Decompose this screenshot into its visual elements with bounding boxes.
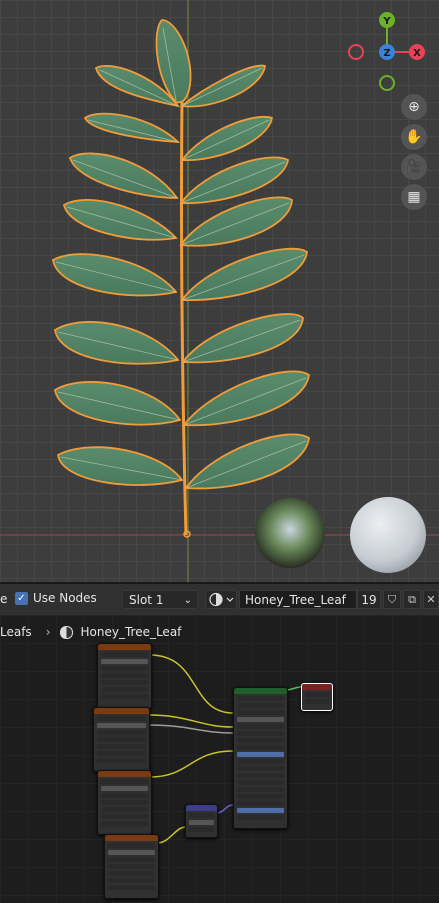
shader-node-editor[interactable]: Leafs › Honey_Tree_Leaf [0,615,439,903]
material-sphere-icon [209,592,234,607]
node-editor-header: e ✓ Use Nodes Slot 1 ⌄ Honey_Tree_Leaf 1… [0,583,439,615]
link-bsdf-output [285,686,302,691]
link-normal-map [156,826,187,844]
leaf-left-3 [68,152,179,199]
checkmark-icon[interactable]: ✓ [15,591,28,605]
image-texture-node[interactable] [97,770,152,835]
link-normal [215,804,234,814]
chevron-down-icon: ⌄ [183,595,192,606]
z-axis-label: Z [383,48,390,59]
material-users-count[interactable]: 19 [357,590,381,609]
image-texture-node[interactable] [93,707,150,772]
y-axis-label: Y [382,16,391,27]
leaf-right-7 [182,370,310,427]
link-translucency [149,750,234,778]
leaf-right-5 [180,247,308,301]
leaf-left-6 [54,321,180,365]
material-preview-sphere [350,497,426,573]
x-axis-label: X [413,48,421,59]
pan-hand-icon[interactable]: ✋ [401,124,427,150]
link-base-color [149,654,234,714]
material-output-node[interactable] [301,683,333,711]
axis-gizmo[interactable]: Y X Z [346,8,430,92]
use-nodes-toggle[interactable]: ✓ Use Nodes [15,591,97,605]
leaf-left-5 [52,253,178,297]
image-texture-node[interactable] [104,834,159,899]
leaf-left-2 [83,112,181,144]
material-slot-select[interactable]: Slot 1 ⌄ [122,590,198,609]
3d-viewport[interactable]: Y X Z ⊕ ✋ 🎥 ▦ [0,0,439,582]
leaf-right-8 [184,433,310,490]
leaf-left-7 [54,381,182,426]
material-name-field[interactable]: Honey_Tree_Leaf [239,590,357,609]
compound-leaf [52,19,310,536]
clipped-menu-text[interactable]: e [0,592,7,606]
use-nodes-label: Use Nodes [33,591,97,605]
principled-bsdf-node[interactable] [233,687,288,829]
slot-label: Slot 1 [129,593,164,607]
leaf-left-4 [62,198,178,241]
image-texture-node[interactable] [97,643,152,709]
unlink-close-icon[interactable]: ✕ [423,590,439,609]
hdri-preview-sphere [255,498,325,568]
camera-view-icon[interactable]: 🎥 [401,154,427,180]
fake-user-shield-icon[interactable]: ⛉ [383,590,401,609]
normal-map-node[interactable] [185,804,218,838]
leaf-right-6 [181,313,304,364]
ortho-grid-icon[interactable]: ▦ [401,184,427,210]
neg-x-axis-handle [348,44,364,60]
neg-y-axis-handle [379,75,395,91]
zoom-icon[interactable]: ⊕ [401,94,427,120]
material-browse-button[interactable] [205,590,237,609]
node-links [147,654,302,844]
leaf-left-8 [57,446,184,486]
duplicate-material-icon[interactable]: ⧉ [403,590,421,609]
